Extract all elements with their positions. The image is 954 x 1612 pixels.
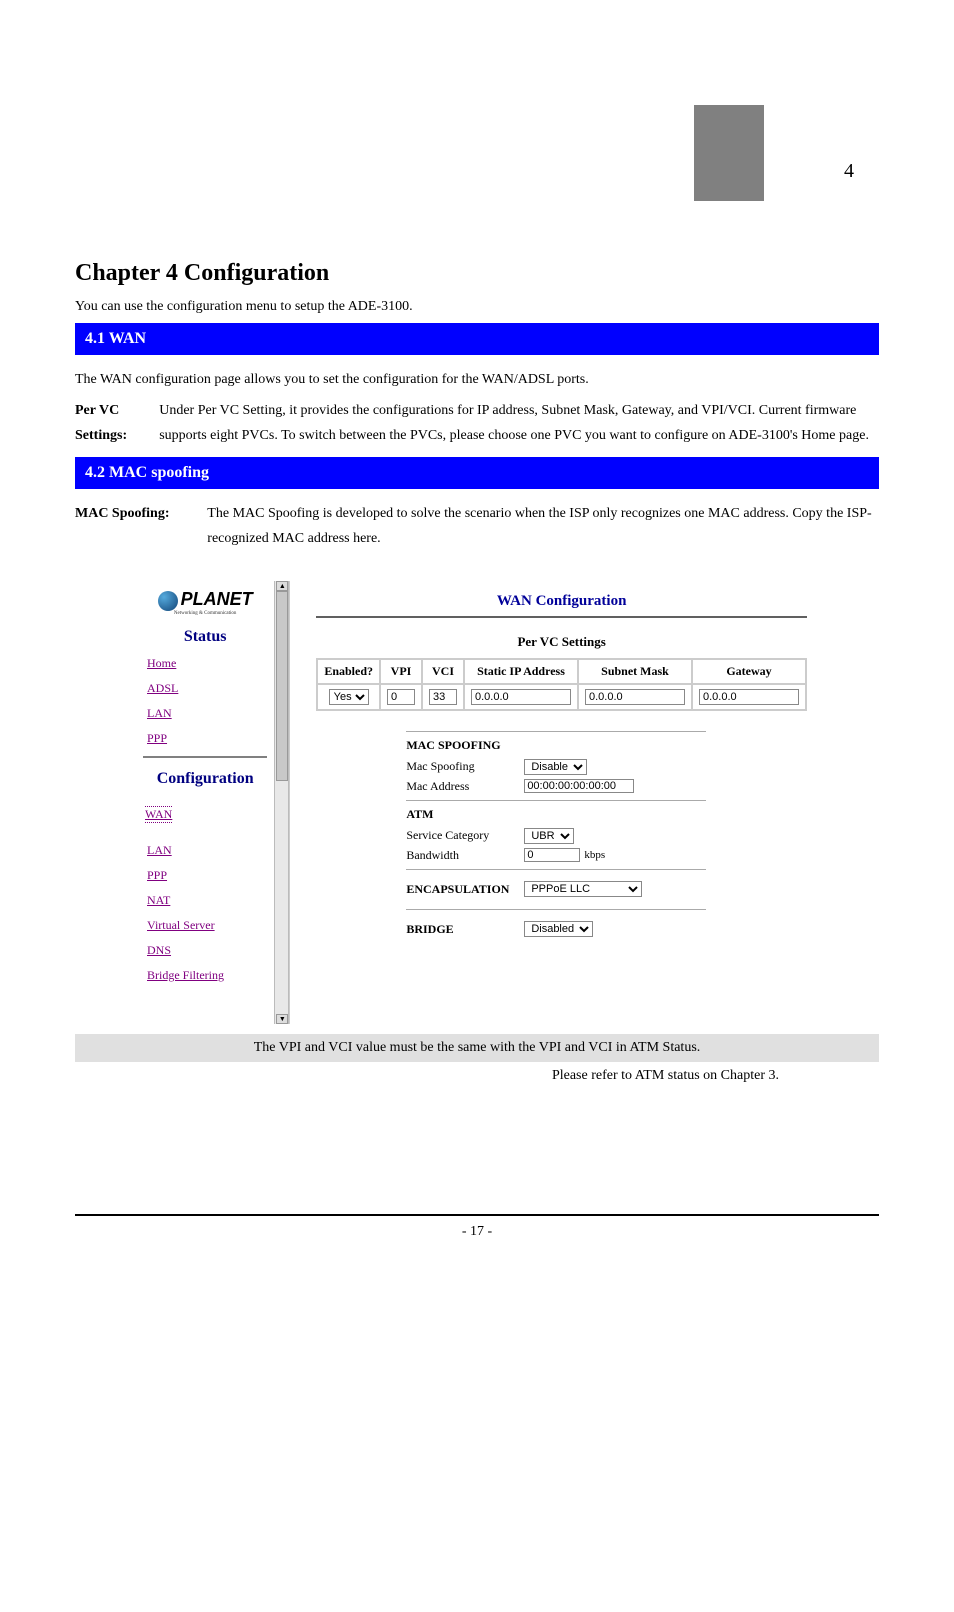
chapter-decoration-box	[694, 105, 764, 201]
mac-spoofing-term: MAC Spoofing:	[75, 501, 207, 551]
sidebar-item-nat[interactable]: NAT	[147, 893, 273, 908]
encapsulation-title: ENCAPSULATION	[406, 882, 524, 897]
sidebar-item-bridge-filtering[interactable]: Bridge Filtering	[147, 968, 273, 983]
subnet-input[interactable]	[585, 689, 685, 705]
chapter-number: 4	[844, 160, 854, 183]
wan-intro-text: The WAN configuration page allows you to…	[75, 367, 879, 392]
mac-spoofing-definition: The MAC Spoofing is developed to solve t…	[207, 501, 879, 551]
per-vc-definition: Under Per VC Setting, it provides the co…	[159, 398, 879, 448]
col-subnet: Subnet Mask	[578, 659, 692, 684]
sidebar-heading-configuration: Configuration	[137, 770, 273, 788]
sidebar-item-home[interactable]: Home	[147, 656, 273, 671]
service-category-label: Service Category	[406, 828, 524, 843]
embedded-screenshot: PLANET Networking & Communication Status…	[137, 581, 817, 1024]
logo-globe-icon	[158, 591, 178, 611]
enabled-select[interactable]: Yes	[329, 689, 369, 705]
col-vpi: VPI	[380, 659, 422, 684]
per-vc-table: Enabled? VPI VCI Static IP Address Subne…	[316, 658, 807, 711]
chapter-description: You can use the configuration menu to se…	[75, 299, 879, 315]
section-divider	[406, 731, 706, 732]
logo: PLANET Networking & Communication	[137, 589, 273, 616]
sidebar-item-adsl[interactable]: ADSL	[147, 681, 273, 696]
footer-divider	[75, 1214, 879, 1216]
bridge-select[interactable]: Disabled	[524, 921, 593, 937]
vci-input[interactable]	[429, 689, 457, 705]
section-heading-wan: 4.1 WAN	[75, 323, 879, 355]
section-heading-mac: 4.2 MAC spoofing	[75, 457, 879, 489]
caption-line-1: The VPI and VCI value must be the same w…	[75, 1034, 879, 1062]
main-panel: WAN Configuration Per VC Settings Enable…	[289, 581, 817, 1024]
logo-subtitle: Networking & Communication	[137, 611, 273, 616]
title-divider	[316, 616, 807, 618]
section-divider	[406, 869, 706, 870]
section-divider	[406, 800, 706, 801]
caption-line-2: Please refer to ATM status on Chapter 3.	[75, 1068, 879, 1084]
static-ip-input[interactable]	[471, 689, 571, 705]
sidebar: PLANET Networking & Communication Status…	[137, 581, 273, 1024]
sidebar-item-lan-status[interactable]: LAN	[147, 706, 273, 721]
sidebar-item-ppp-status[interactable]: PPP	[147, 731, 273, 746]
scroll-up-icon[interactable]: ▲	[276, 581, 288, 591]
sidebar-heading-status: Status	[137, 628, 273, 646]
bandwidth-input[interactable]	[524, 848, 580, 862]
table-row: Yes	[317, 684, 806, 710]
page-footer-number: - 17 -	[75, 1224, 879, 1240]
section-divider	[406, 909, 706, 910]
sidebar-item-wan[interactable]: WAN	[145, 806, 172, 823]
bandwidth-unit: kbps	[584, 849, 605, 861]
mac-spoofing-select[interactable]: Disable	[524, 759, 587, 775]
mac-address-input[interactable]	[524, 779, 634, 793]
chapter-title: Chapter 4 Configuration	[75, 260, 879, 287]
mac-spoofing-label: Mac Spoofing	[406, 759, 524, 774]
scrollbar-thumb[interactable]	[276, 591, 288, 781]
col-gateway: Gateway	[692, 659, 806, 684]
col-enabled: Enabled?	[317, 659, 380, 684]
sidebar-item-ppp-config[interactable]: PPP	[147, 868, 273, 883]
scroll-down-icon[interactable]: ▼	[276, 1014, 288, 1024]
per-vc-settings-heading: Per VC Settings	[316, 634, 807, 650]
per-vc-term: Per VC Settings:	[75, 398, 159, 448]
atm-section-title: ATM	[406, 807, 706, 822]
service-category-select[interactable]: UBR	[524, 828, 574, 844]
sidebar-divider	[143, 756, 267, 758]
bridge-title: BRIDGE	[406, 922, 524, 937]
gateway-input[interactable]	[699, 689, 799, 705]
mac-spoofing-section-title: MAC SPOOFING	[406, 738, 706, 753]
scrollbar[interactable]: ▲ ▼	[274, 581, 289, 1024]
col-vci: VCI	[422, 659, 464, 684]
vpi-input[interactable]	[387, 689, 415, 705]
encapsulation-select[interactable]: PPPoE LLC	[524, 881, 642, 897]
logo-text: PLANET	[181, 589, 253, 609]
sidebar-item-dns[interactable]: DNS	[147, 943, 273, 958]
col-static-ip: Static IP Address	[464, 659, 578, 684]
bandwidth-label: Bandwidth	[406, 848, 524, 863]
wan-config-title: WAN Configuration	[316, 593, 807, 610]
sidebar-item-lan-config[interactable]: LAN	[147, 843, 273, 858]
table-header-row: Enabled? VPI VCI Static IP Address Subne…	[317, 659, 806, 684]
sidebar-item-virtual-server[interactable]: Virtual Server	[147, 918, 273, 933]
mac-address-label: Mac Address	[406, 779, 524, 794]
